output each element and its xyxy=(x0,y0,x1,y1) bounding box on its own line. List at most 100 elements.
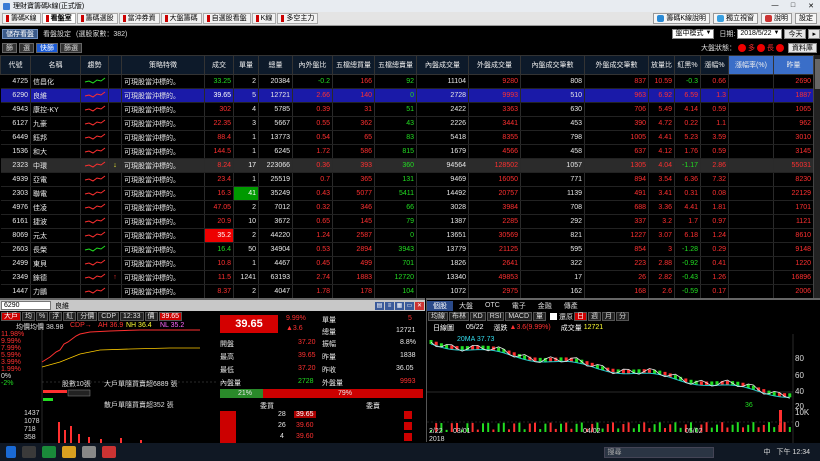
list-icon[interactable]: ≡ xyxy=(385,301,394,310)
table-row[interactable]: 2303 聯電 可現股當沖標的。 16.3 41 35249 0.43 5077 5411 144… xyxy=(0,186,813,201)
restore-icon[interactable]: ▭ xyxy=(405,301,414,310)
tab-chip-k[interactable]: 籌碼K線 xyxy=(2,13,41,24)
table-row[interactable]: 4725 信昌化 可現股當沖標的。 33.25 2 20384 -0.2 166 92 11104… xyxy=(0,74,813,89)
col-unit-vol[interactable]: 單量 xyxy=(233,55,259,75)
table-row[interactable]: 6290 良維 可現股當沖標的。 39.65 5 12721 2.66 140 0 2728 999… xyxy=(0,88,813,103)
table-row[interactable]: 1447 力鵬 可現股當沖標的。 8.37 2 4047 1.78 178 104 1072 297… xyxy=(0,284,813,298)
tab-daytrade[interactable]: 當沖券資 xyxy=(118,13,160,24)
tab-otc[interactable]: OTC xyxy=(479,302,506,309)
table-row[interactable]: 8069 元太 可現股當沖標的。 35.2 2 44220 1.24 2587 0 13651 30… xyxy=(0,228,813,243)
app-icon-2[interactable] xyxy=(82,446,96,458)
col-price[interactable]: 成交 xyxy=(204,55,234,75)
filter-run-button[interactable]: 篩選 xyxy=(60,42,82,53)
table-row[interactable]: 6161 捷波 可現股當沖標的。 20.9 10 3672 0.65 145 79 1387 228… xyxy=(0,214,813,229)
indicator-kd[interactable]: KD xyxy=(470,312,486,321)
tab-traditional[interactable]: 傳產 xyxy=(558,301,584,311)
mode-bighand[interactable]: 大戶 xyxy=(1,312,21,321)
tab-market-chip[interactable]: 大盤籌碼 xyxy=(160,13,202,24)
col-change[interactable]: 漲幅% xyxy=(700,55,729,75)
table-row[interactable]: 2499 東貝 可現股當沖標的。 10.8 1 4467 0.45 499 701 1826 264… xyxy=(0,256,813,271)
mode-pct[interactable]: % xyxy=(36,312,49,321)
tab-finance[interactable]: 金融 xyxy=(532,301,558,311)
task-view-icon[interactable] xyxy=(22,446,36,458)
col-redblack[interactable]: 紅黑% xyxy=(674,55,701,75)
col-name[interactable]: 名稱 xyxy=(30,55,81,75)
mode-float[interactable]: 浮 xyxy=(49,312,63,321)
col-vol-ratio[interactable]: 放量比 xyxy=(648,55,675,75)
minimize-button[interactable]: — xyxy=(766,2,784,10)
tab-long-short[interactable]: 多空主力 xyxy=(277,13,319,24)
ime-indicator[interactable]: 中 xyxy=(764,447,771,457)
start-icon[interactable] xyxy=(6,446,16,458)
today-button[interactable]: 今天 xyxy=(784,28,807,39)
chrome-icon[interactable] xyxy=(62,446,76,458)
table-row[interactable]: 6449 鈺邦 可現股當沖標的。 88.4 1 13773 0.54 65 83 5418 8355… xyxy=(0,130,813,145)
mode-avg[interactable]: 均 xyxy=(22,312,35,321)
settings-button[interactable]: 設定 xyxy=(795,13,817,24)
col-trend[interactable]: 趨勢 xyxy=(80,55,109,75)
mode-red[interactable]: 紅 xyxy=(63,312,77,321)
period-month[interactable]: 月 xyxy=(602,312,616,321)
table-row[interactable]: 6127 九豪 可現股當沖標的。 22.35 3 5667 0.55 362 43 2226 344… xyxy=(0,116,813,131)
grid-icon[interactable]: ▦ xyxy=(395,301,404,310)
app-icon-3[interactable] xyxy=(102,446,116,458)
tab-kline[interactable]: K線 xyxy=(251,13,277,24)
tab-market[interactable]: 大盤 xyxy=(453,301,479,311)
layout-settings-button[interactable]: 看盤設定 xyxy=(43,29,71,39)
table-row[interactable]: 1536 和大 可現股當沖標的。 144.5 1 6245 1.72 586 815 1679 45… xyxy=(0,144,813,159)
indicator-ma[interactable]: 均線 xyxy=(428,312,448,321)
chart-icon[interactable]: ▤ xyxy=(375,301,384,310)
col-io-ratio[interactable]: 內外盤比 xyxy=(292,55,333,75)
line-app-icon[interactable] xyxy=(42,446,56,458)
scroll-thumb[interactable] xyxy=(815,59,820,89)
mode-select[interactable]: 盤中模式 ▼ xyxy=(672,28,715,39)
restore-checkbox[interactable] xyxy=(550,313,558,320)
col-ask5[interactable]: 五檔總賣量 xyxy=(374,55,417,75)
indicator-volume[interactable]: 量 xyxy=(533,312,547,321)
mode-price-split[interactable]: 分價 xyxy=(77,312,98,321)
mode-cdp[interactable]: CDP xyxy=(98,312,120,321)
close-panel-icon[interactable]: ✕ xyxy=(415,301,424,310)
table-row[interactable]: 2603 長榮 可現股當沖標的。 16.4 50 34904 0.53 2894 3943 137… xyxy=(0,242,813,257)
database-button[interactable]: 資料庫 xyxy=(788,42,817,53)
select-button[interactable]: 選 xyxy=(19,42,34,53)
period-day[interactable]: 日 xyxy=(574,312,588,321)
quick-filter-button[interactable]: 快篩 xyxy=(36,42,58,53)
help-button[interactable]: 說明 xyxy=(761,13,792,24)
tab-stock[interactable]: 個股 xyxy=(427,300,453,311)
col-bid5[interactable]: 五檔總買量 xyxy=(332,55,375,75)
col-flag[interactable] xyxy=(108,55,122,75)
maximize-button[interactable]: □ xyxy=(784,2,802,10)
table-scrollbar[interactable] xyxy=(813,55,820,298)
col-change-rate[interactable]: 漲幅率(%) xyxy=(728,55,774,75)
period-week[interactable]: 週 xyxy=(588,312,602,321)
stock-code-input[interactable]: 6290 xyxy=(1,301,51,310)
table-row[interactable]: 4976 佳凌 可現股當沖標的。 47.05 2 7012 0.32 346 66 3028 398… xyxy=(0,200,813,215)
col-yesterday-vol[interactable]: 昨量 xyxy=(773,55,813,75)
detach-window-button[interactable]: 獨立視窗 xyxy=(713,13,758,24)
indicator-bollinger[interactable]: 布林 xyxy=(449,312,469,321)
help-kline-button[interactable]: 籌碼K線說明 xyxy=(653,13,710,24)
save-layout-button[interactable]: 儲存看盤 xyxy=(2,28,38,39)
tab-chip-select[interactable]: 籌碼選股 xyxy=(76,13,118,24)
col-strategy[interactable]: 策略特徵 xyxy=(121,55,205,75)
next-arrow-button[interactable]: ▸ xyxy=(808,28,820,39)
clock[interactable]: 下午 12:34 xyxy=(777,447,810,457)
tab-self-select[interactable]: 自選股看盤 xyxy=(202,13,251,24)
tab-watch-room[interactable]: 看盤室 xyxy=(41,13,76,24)
col-code[interactable]: 代號 xyxy=(0,55,31,75)
col-outer-vol[interactable]: 外盤成交量 xyxy=(468,55,521,75)
table-row[interactable]: 2349 錸德 ↑ 可現股當沖標的。 11.5 1241 63193 2.74 1883 1272… xyxy=(0,270,813,285)
col-inner-cnt[interactable]: 內盤成交筆數 xyxy=(520,55,585,75)
date-picker[interactable]: 2018/5/22 ▼ xyxy=(737,28,783,39)
col-inner-vol[interactable]: 內盤成交量 xyxy=(416,55,469,75)
filter-button[interactable]: 篩 xyxy=(2,42,17,53)
col-total-vol[interactable]: 總量 xyxy=(258,55,293,75)
indicator-macd[interactable]: MACD xyxy=(505,312,533,321)
tab-electronic[interactable]: 電子 xyxy=(506,301,532,311)
table-row[interactable]: 2323 中環 ↓ 可現股當沖標的。 8.24 17 223066 0.36 393 360 945… xyxy=(0,158,813,173)
table-row[interactable]: 4939 亞電 可現股當沖標的。 23.4 1 25519 0.7 365 131 9469 160… xyxy=(0,172,813,187)
close-button[interactable]: ✕ xyxy=(802,2,820,10)
period-minute[interactable]: 分 xyxy=(616,312,630,321)
table-row[interactable]: 4943 康控-KY 可現股當沖標的。 302 4 5785 0.39 31 51 2422 336… xyxy=(0,102,813,117)
